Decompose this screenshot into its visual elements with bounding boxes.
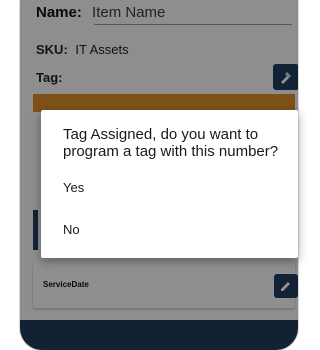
tag-program-dialog: Tag Assigned, do you want to program a t… — [41, 110, 298, 258]
dialog-message: Tag Assigned, do you want to program a t… — [63, 126, 279, 160]
dialog-no-option[interactable]: No — [63, 222, 80, 237]
dialog-yes-option[interactable]: Yes — [63, 180, 84, 195]
